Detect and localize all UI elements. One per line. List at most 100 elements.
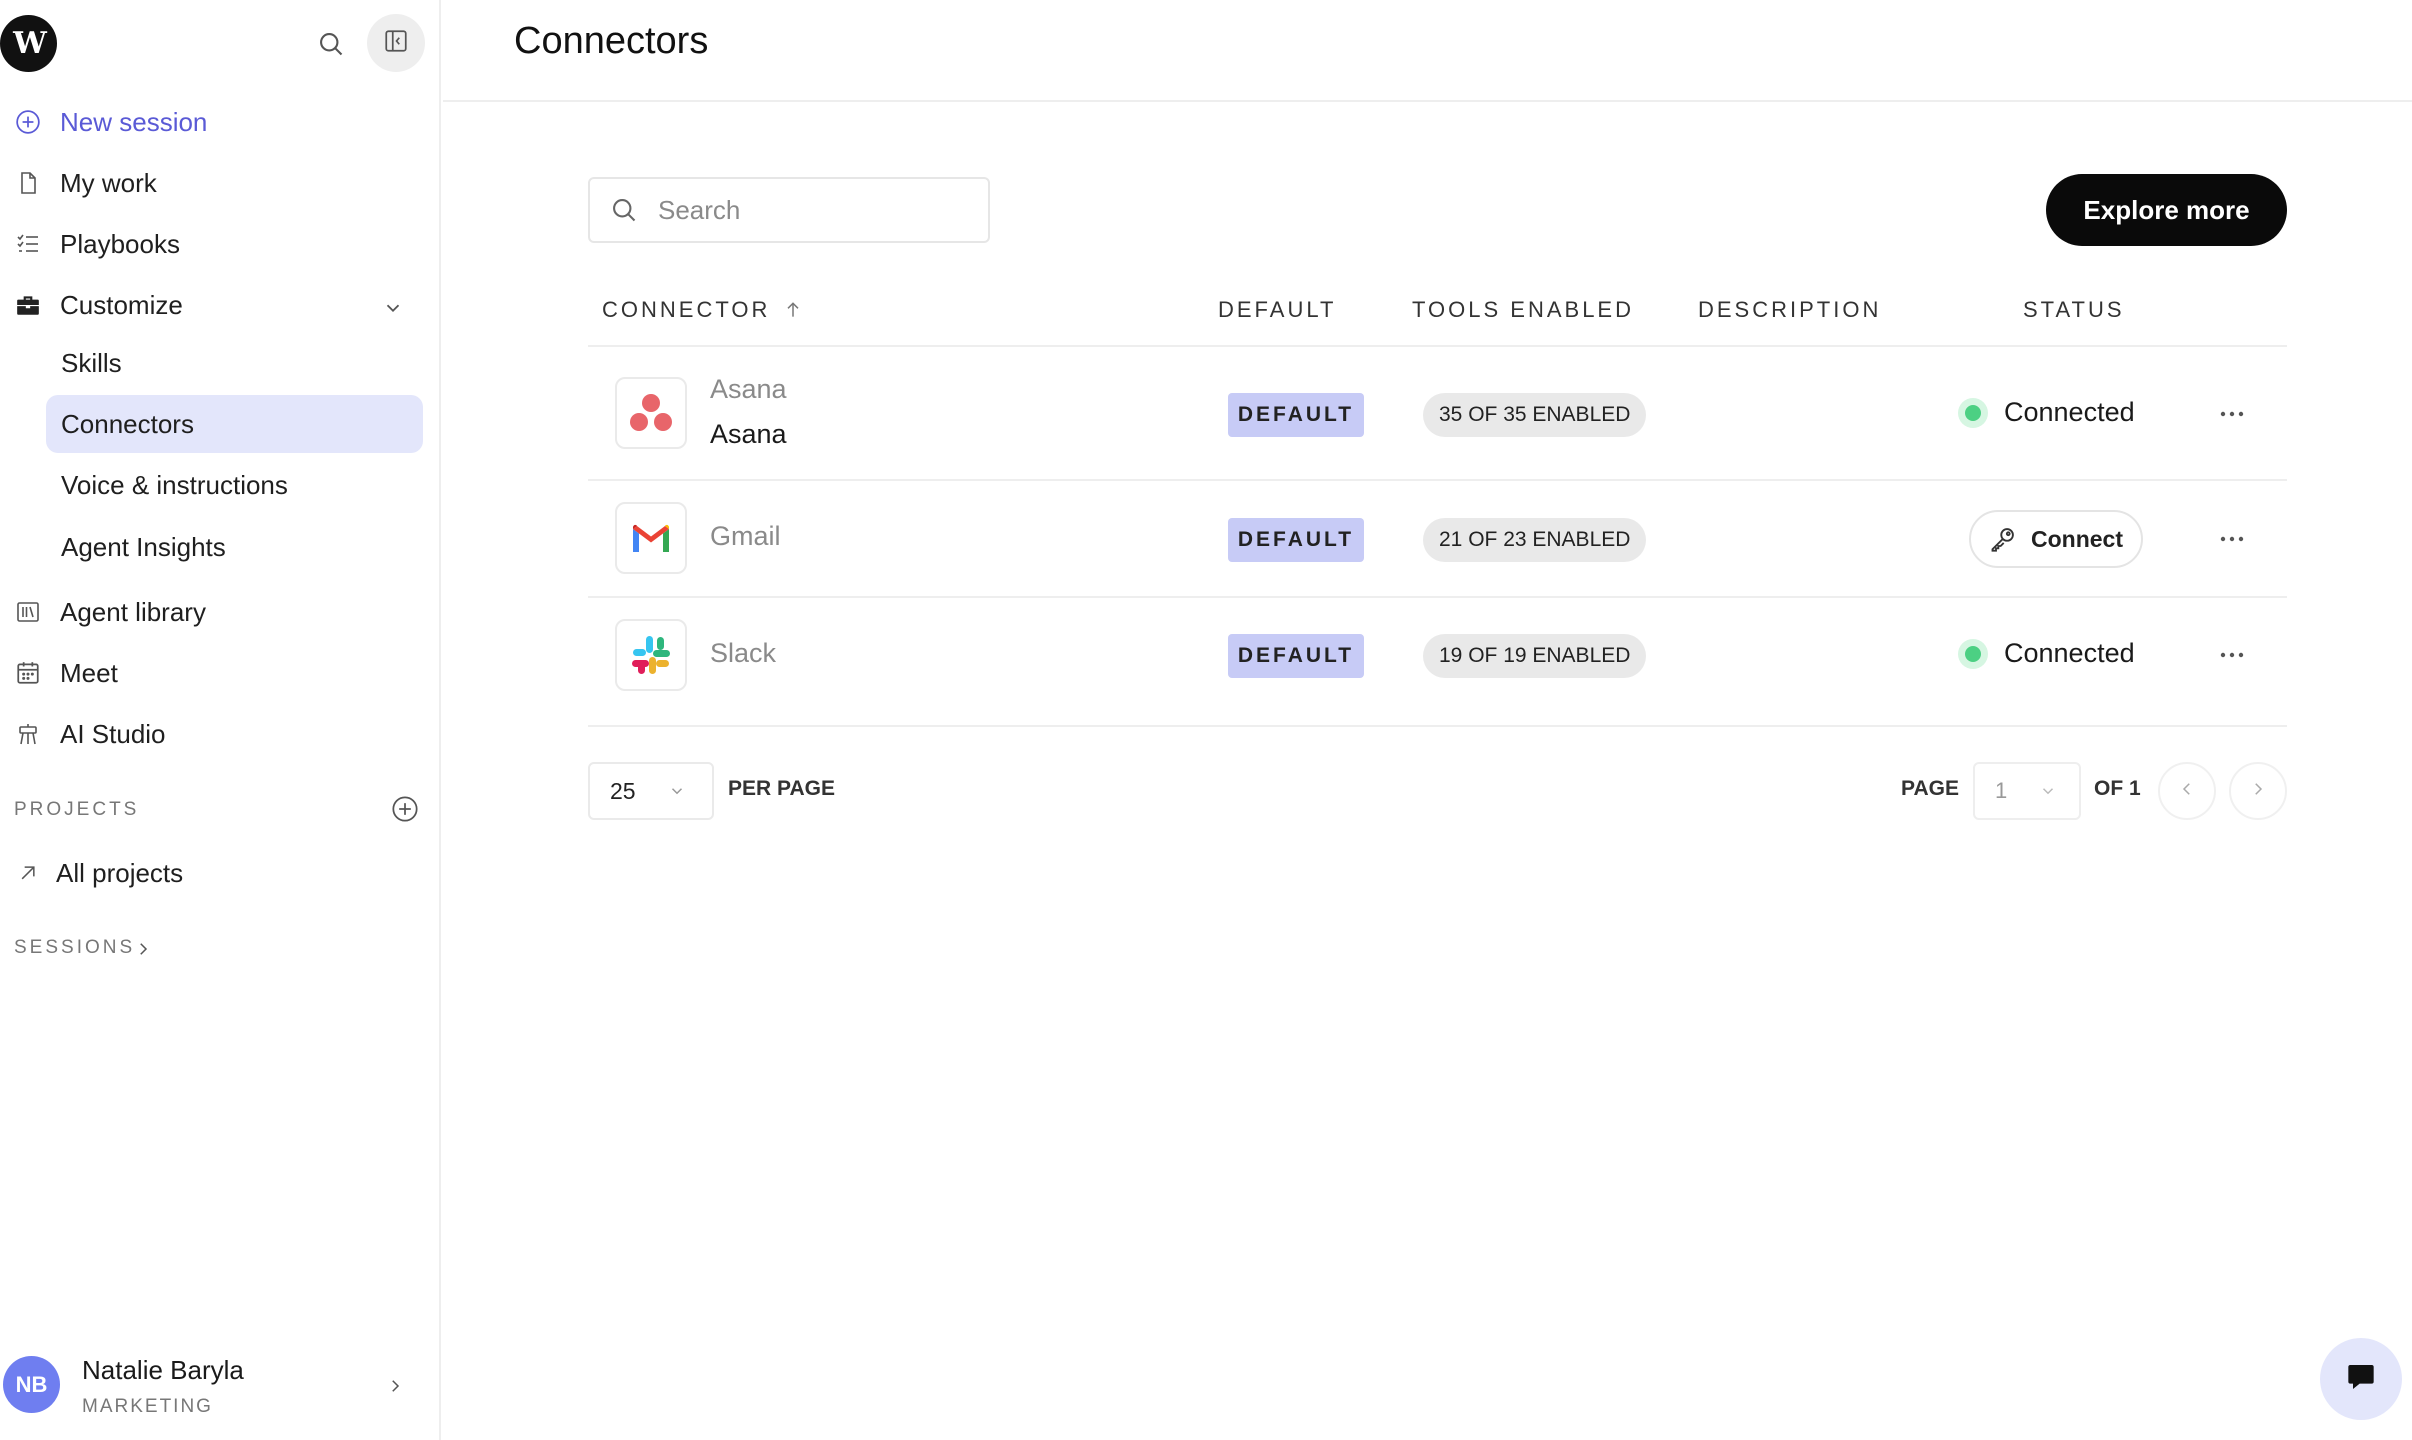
previous-page-button[interactable] (2158, 762, 2216, 820)
projects-heading: PROJECTS (14, 799, 140, 820)
sidebar-item-agent-insights[interactable]: Agent Insights (46, 518, 423, 576)
table-row[interactable]: Gmail DEFAULT 21 OF 23 ENABLED Connect (588, 481, 2287, 598)
connected-status-dot (1958, 397, 1988, 428)
arrow-up-right-icon (14, 859, 42, 887)
default-badge: DEFAULT (1228, 393, 1364, 437)
more-options-button[interactable] (2212, 640, 2252, 670)
calendar-icon (14, 659, 42, 687)
column-header-label: CONNECTOR (602, 297, 771, 322)
column-header-tools-enabled: TOOLS ENABLED (1412, 297, 1634, 322)
chevron-right-icon[interactable] (132, 936, 154, 962)
status-connected: Connected (1958, 638, 2135, 669)
explore-more-button[interactable]: Explore more (2046, 174, 2287, 246)
user-name: Natalie Baryla (82, 1355, 244, 1385)
top-bar: Connectors (443, 0, 2412, 102)
chat-button[interactable] (2320, 1338, 2402, 1420)
sidebar-collapse-icon (383, 28, 409, 59)
column-header-connector[interactable]: CONNECTOR (602, 297, 804, 323)
connector-name: Slack (710, 638, 777, 668)
connect-button[interactable]: Connect (1969, 510, 2143, 568)
new-session-label: New session (60, 106, 208, 137)
chevron-right-icon (2249, 779, 2267, 804)
chevron-down-icon[interactable] (378, 293, 408, 323)
connector-name: Asana (710, 374, 787, 404)
sidebar-item-voice-instructions[interactable]: Voice & instructions (46, 456, 423, 514)
sidebar-item-playbooks[interactable]: Playbooks (14, 219, 180, 269)
sort-ascending-icon (782, 298, 804, 322)
sidebar-item-label: Meet (60, 657, 118, 688)
per-page-label: PER PAGE (728, 777, 835, 800)
plus-circle-icon (14, 108, 42, 136)
connector-subtitle: Asana (710, 419, 787, 449)
tools-enabled-badge: 19 OF 19 ENABLED (1423, 634, 1647, 678)
search-input[interactable] (658, 194, 958, 226)
default-badge: DEFAULT (1228, 518, 1364, 562)
sidebar-item-label: Agent library (60, 596, 206, 627)
sidebar-item-label: Skills (61, 347, 122, 378)
sidebar-item-connectors[interactable]: Connectors (46, 395, 423, 453)
page-title: Connectors (514, 20, 709, 62)
connected-status-dot (1958, 638, 1988, 669)
search-icon[interactable] (314, 27, 348, 61)
toolbox-icon (14, 291, 42, 319)
status-label: Connected (2004, 397, 2135, 427)
user-role: MARKETING (82, 1396, 213, 1417)
slack-logo-icon (615, 619, 687, 691)
per-page-select[interactable]: 25 (588, 762, 714, 820)
connect-label: Connect (2031, 525, 2123, 552)
status-label: Connected (2004, 638, 2135, 668)
sidebar-item-label: Playbooks (60, 228, 180, 259)
gmail-logo-icon (615, 502, 687, 574)
sidebar-item-label: My work (60, 167, 157, 198)
table-row[interactable]: Slack DEFAULT 19 OF 19 ENABLED Connected (588, 598, 2287, 727)
column-header-description: DESCRIPTION (1698, 297, 1882, 322)
more-options-button[interactable] (2212, 524, 2252, 554)
sidebar: W New session My work Playbooks Customiz… (0, 0, 441, 1440)
user-profile[interactable]: NB Natalie Baryla MARKETING (0, 1355, 441, 1425)
key-icon (1989, 525, 2017, 553)
sidebar-item-label: AI Studio (60, 718, 166, 749)
sidebar-item-my-work[interactable]: My work (14, 158, 157, 208)
document-icon (14, 169, 42, 197)
sidebar-collapse-button[interactable] (367, 14, 425, 72)
page-label: PAGE (1901, 777, 1959, 800)
more-options-button[interactable] (2212, 399, 2252, 429)
search-field[interactable] (588, 177, 990, 243)
per-page-value: 25 (610, 777, 636, 804)
more-horizontal-icon (2219, 405, 2245, 423)
easel-icon (14, 720, 42, 748)
column-header-default: DEFAULT (1218, 297, 1337, 322)
more-horizontal-icon (2219, 646, 2245, 664)
status-connected: Connected (1958, 397, 2135, 428)
column-header-status: STATUS (2023, 297, 2125, 322)
sidebar-item-customize[interactable]: Customize (14, 280, 183, 330)
more-horizontal-icon (2219, 530, 2245, 548)
tools-enabled-badge: 21 OF 23 ENABLED (1423, 518, 1647, 562)
next-page-button[interactable] (2229, 762, 2287, 820)
asana-logo-icon (615, 377, 687, 449)
chat-bubble-icon (2345, 1361, 2377, 1398)
library-icon (14, 598, 42, 626)
w-logo-icon[interactable]: W (0, 15, 57, 72)
sidebar-item-agent-library[interactable]: Agent library (14, 587, 206, 637)
chevron-left-icon (2178, 779, 2196, 804)
avatar: NB (3, 1356, 60, 1413)
table-row[interactable]: Asana Asana DEFAULT 35 OF 35 ENABLED Con… (588, 347, 2287, 481)
add-project-button[interactable] (390, 795, 420, 828)
page-total-label: OF 1 (2094, 777, 2141, 800)
sidebar-item-label: Connectors (61, 408, 194, 439)
sidebar-item-meet[interactable]: Meet (14, 648, 118, 698)
tools-enabled-badge: 35 OF 35 ENABLED (1423, 393, 1647, 437)
checklist-icon (14, 230, 42, 258)
sidebar-item-skills[interactable]: Skills (46, 334, 423, 392)
new-session-button[interactable]: New session (14, 97, 207, 147)
chevron-down-icon (2037, 780, 2059, 802)
sidebar-item-label: Voice & instructions (61, 469, 288, 500)
sidebar-item-label: Customize (60, 289, 183, 320)
plus-circle-icon (391, 795, 419, 828)
sessions-heading[interactable]: SESSIONS (14, 937, 135, 959)
sidebar-item-ai-studio[interactable]: AI Studio (14, 709, 166, 759)
sidebar-item-label: All projects (56, 857, 184, 888)
sidebar-item-all-projects[interactable]: All projects (14, 848, 183, 898)
page-select[interactable]: 1 (1973, 762, 2081, 820)
